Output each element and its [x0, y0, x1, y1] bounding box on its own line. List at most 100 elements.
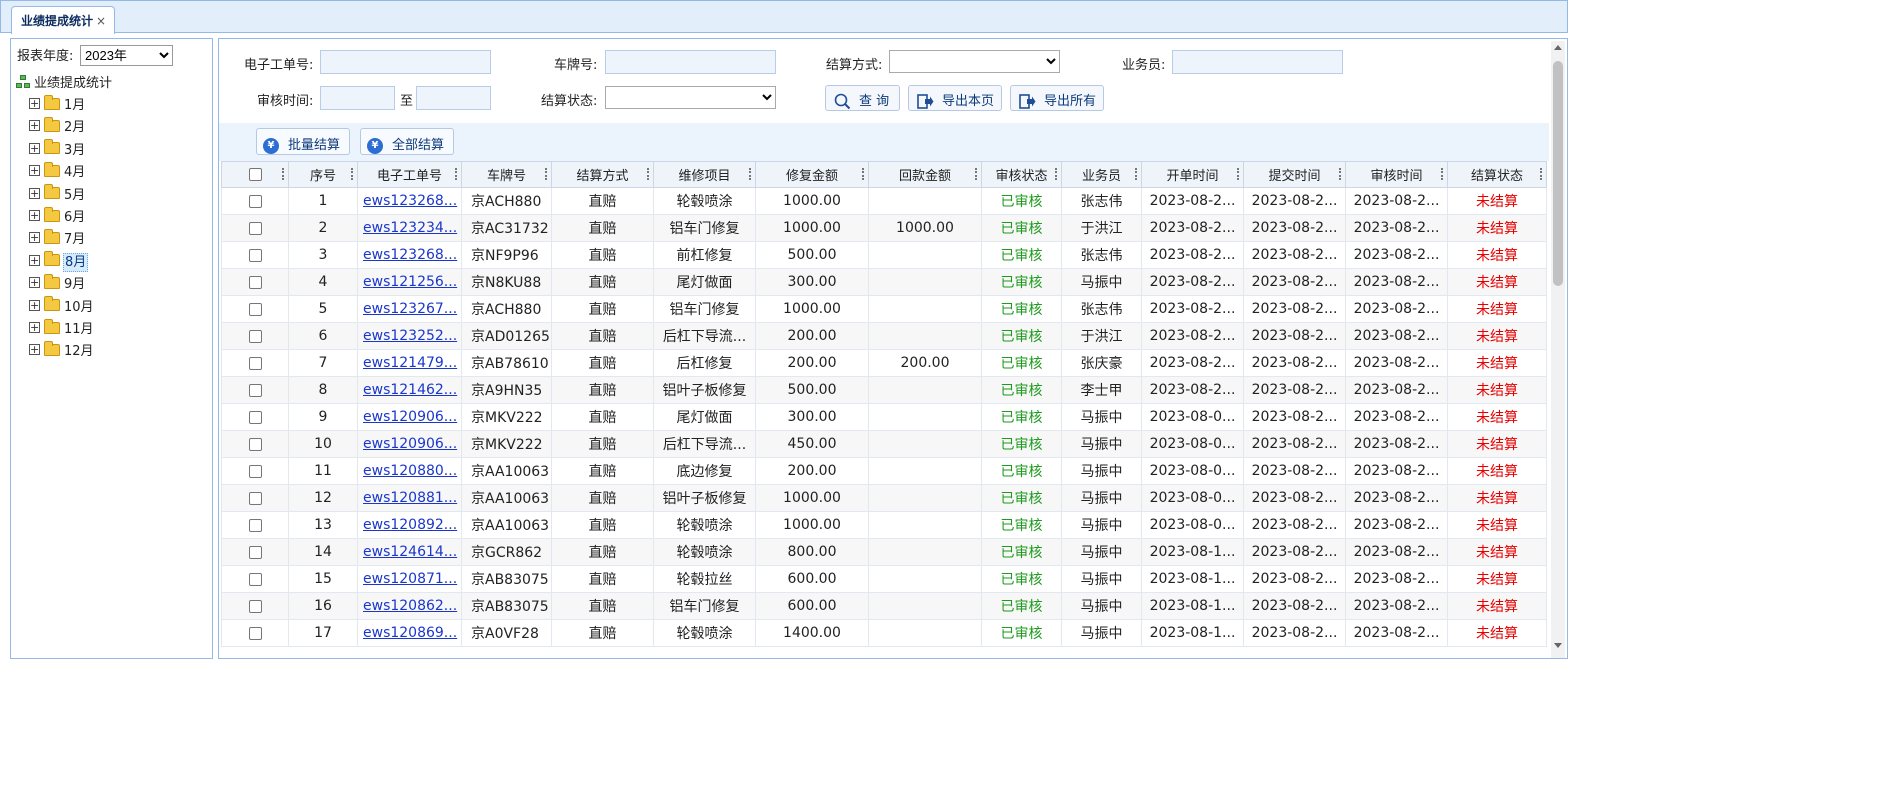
scroll-up-icon[interactable]: [1554, 45, 1562, 50]
table-row[interactable]: 16 ews120862... 京AB83075 直赔 铝车门修复 600.00 已审核 马振…: [221, 592, 1547, 620]
table-row[interactable]: 2 ews123234... 京AC31732 直赔 铝车门修复 1000.00 1000.…: [221, 214, 1547, 242]
tree-month-node[interactable]: +8月: [17, 251, 89, 272]
tree-month-node[interactable]: +11月: [17, 318, 95, 338]
row-checkbox[interactable]: [248, 545, 262, 559]
row-order-link[interactable]: ews121462...: [357, 376, 462, 404]
row-checkbox[interactable]: [248, 626, 262, 640]
row-checkbox[interactable]: [248, 329, 262, 343]
plate-input[interactable]: [605, 50, 776, 74]
close-icon[interactable]: ×: [96, 14, 106, 28]
tree-month-node[interactable]: +1月: [17, 94, 86, 114]
column-header[interactable]: 维修项目: [653, 161, 756, 188]
table-row[interactable]: 3 ews123268... 京NF9P96 直赔 前杠修复 500.00 已审核 张志伟 20…: [221, 241, 1547, 269]
table-row[interactable]: 5 ews123267... 京ACH880 直赔 铝车门修复 1000.00 已审核 张志伟…: [221, 295, 1547, 323]
table-row[interactable]: 8 ews121462... 京A9HN35 直赔 铝叶子板修复 500.00 已审核 李士甲…: [221, 376, 1547, 404]
table-row[interactable]: 13 ews120892... 京AA10063 直赔 轮毂喷涂 1000.00 已审核 马振…: [221, 511, 1547, 539]
plus-box-icon[interactable]: +: [29, 322, 40, 333]
row-order-link[interactable]: ews120892...: [357, 511, 462, 539]
plus-box-icon[interactable]: +: [29, 232, 40, 244]
audit-time-to-input[interactable]: [416, 86, 491, 110]
row-checkbox[interactable]: [248, 464, 262, 478]
column-header[interactable]: 审核状态: [981, 161, 1062, 188]
table-row[interactable]: 7 ews121479... 京AB78610 直赔 后杠修复 200.00 200.00 已…: [221, 349, 1547, 377]
table-row[interactable]: 11 ews120880... 京AA10063 直赔 底边修复 200.00 已审核 马振中…: [221, 457, 1547, 485]
tree-month-node[interactable]: +10月: [17, 296, 95, 316]
column-resize-handle[interactable]: [545, 168, 547, 180]
tab-performance-stats[interactable]: 业绩提成统计 ×: [11, 6, 115, 34]
table-row[interactable]: 9 ews120906... 京MKV222 直赔 尾灯做面 300.00 已审核 马振中 20…: [221, 403, 1547, 431]
row-order-link[interactable]: ews123252...: [357, 322, 462, 350]
plus-box-icon[interactable]: +: [29, 210, 40, 221]
row-order-link[interactable]: ews123268...: [357, 241, 462, 269]
tree-month-node[interactable]: +7月: [17, 228, 86, 248]
column-resize-handle[interactable]: [1540, 168, 1542, 180]
row-order-link[interactable]: ews123267...: [357, 295, 462, 323]
plus-box-icon[interactable]: +: [29, 277, 40, 289]
column-resize-handle[interactable]: [1055, 168, 1057, 180]
scroll-down-icon[interactable]: [1554, 643, 1562, 648]
column-resize-handle[interactable]: [975, 168, 977, 180]
plus-box-icon[interactable]: +: [29, 120, 40, 132]
vertical-scrollbar[interactable]: [1551, 41, 1565, 658]
row-order-link[interactable]: ews120906...: [357, 403, 462, 431]
settle-all-button[interactable]: ¥ 全部结算: [360, 128, 454, 155]
row-order-link[interactable]: ews120862...: [357, 592, 462, 620]
table-row[interactable]: 10 ews120906... 京MKV222 直赔 后杠下导流... 450.00 已审核…: [221, 430, 1547, 458]
row-checkbox[interactable]: [248, 599, 262, 613]
tree-month-node[interactable]: +12月: [17, 340, 95, 360]
column-resize-handle[interactable]: [749, 168, 751, 180]
plus-box-icon[interactable]: +: [29, 142, 40, 154]
column-header[interactable]: 电子工单号: [357, 161, 462, 188]
column-header[interactable]: 序号: [288, 161, 358, 188]
salesman-input[interactable]: [1172, 50, 1343, 74]
plus-box-icon[interactable]: +: [29, 344, 40, 356]
plus-box-icon[interactable]: +: [29, 98, 40, 109]
settle-method-select[interactable]: [889, 50, 1060, 73]
row-order-link[interactable]: ews120906...: [357, 430, 462, 458]
column-resize-handle[interactable]: [1237, 168, 1239, 180]
column-resize-handle[interactable]: [351, 168, 353, 180]
tree-month-node[interactable]: +2月: [17, 116, 86, 136]
export-page-button[interactable]: 导出本页: [908, 85, 1002, 111]
year-select[interactable]: 2023年: [80, 45, 173, 66]
row-order-link[interactable]: ews123268...: [357, 187, 462, 215]
column-resize-handle[interactable]: [1135, 168, 1137, 180]
row-order-link[interactable]: ews120881...: [357, 484, 462, 512]
column-resize-handle[interactable]: [862, 168, 864, 180]
column-header[interactable]: 修复金额: [755, 161, 869, 188]
row-checkbox[interactable]: [248, 275, 262, 289]
export-all-button[interactable]: 导出所有: [1010, 85, 1104, 111]
plus-box-icon[interactable]: +: [29, 254, 40, 266]
table-row[interactable]: 4 ews121256... 京N8KU88 直赔 尾灯做面 300.00 已审核 马振中 20…: [221, 268, 1547, 296]
column-header[interactable]: 车牌号: [461, 161, 552, 188]
tree-month-node[interactable]: +4月: [17, 161, 86, 181]
table-row[interactable]: 6 ews123252... 京AD01265 直赔 后杠下导流... 200.00 已审核…: [221, 322, 1547, 350]
order-no-input[interactable]: [320, 50, 491, 74]
select-all-checkbox[interactable]: [248, 168, 262, 181]
query-button[interactable]: 查 询: [825, 85, 900, 111]
table-row[interactable]: 14 ews124614... 京GCR862 直赔 轮毂喷涂 800.00 已审核 马振中 2…: [221, 538, 1547, 566]
tree-month-node[interactable]: +6月: [17, 206, 86, 226]
column-resize-handle[interactable]: [1339, 168, 1341, 180]
scroll-thumb[interactable]: [1553, 61, 1563, 286]
row-checkbox[interactable]: [248, 356, 262, 370]
column-resize-handle[interactable]: [282, 168, 284, 180]
row-order-link[interactable]: ews120871...: [357, 565, 462, 593]
row-checkbox[interactable]: [248, 302, 262, 316]
column-header[interactable]: 结算状态: [1447, 161, 1547, 188]
row-checkbox[interactable]: [248, 221, 262, 235]
plus-box-icon[interactable]: +: [29, 299, 40, 311]
tree-month-node[interactable]: +5月: [17, 184, 86, 204]
tree-month-node[interactable]: +9月: [17, 273, 86, 293]
table-row[interactable]: 17 ews120869... 京A0VF28 直赔 轮毂喷涂 1400.00 已审核 马振中…: [221, 619, 1547, 647]
column-header[interactable]: 开单时间: [1141, 161, 1244, 188]
row-order-link[interactable]: ews121479...: [357, 349, 462, 377]
column-header[interactable]: 回款金额: [868, 161, 982, 188]
row-order-link[interactable]: ews120880...: [357, 457, 462, 485]
tree-month-node[interactable]: +3月: [17, 139, 86, 159]
row-order-link[interactable]: ews121256...: [357, 268, 462, 296]
settle-status-select[interactable]: [605, 86, 776, 109]
table-row[interactable]: 15 ews120871... 京AB83075 直赔 轮毂拉丝 600.00 已审核 马振中…: [221, 565, 1547, 593]
row-checkbox[interactable]: [248, 194, 262, 208]
column-header[interactable]: 业务员: [1061, 161, 1142, 188]
